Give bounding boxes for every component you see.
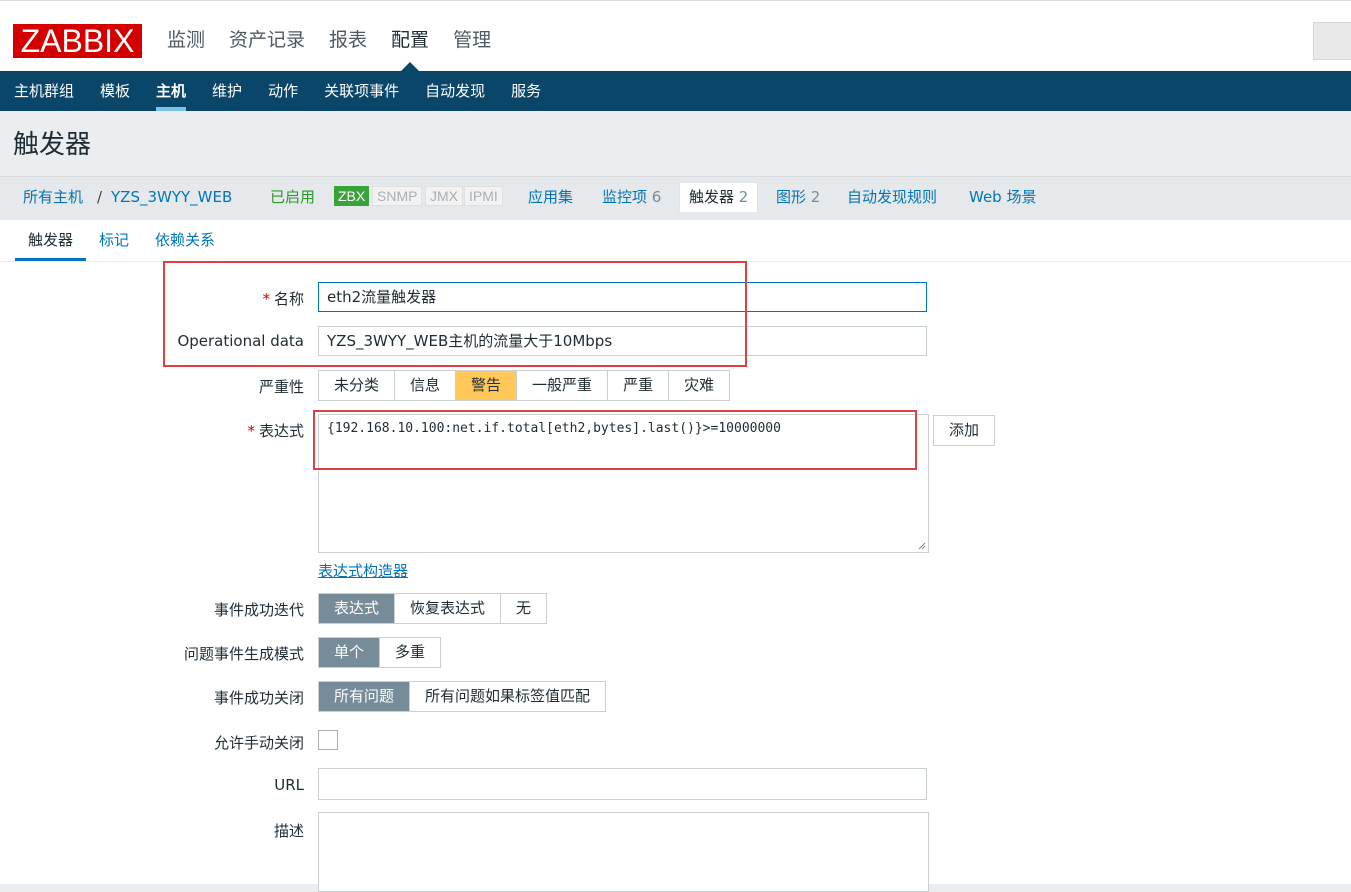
availability-ipmi-badge: IPMI <box>464 186 503 206</box>
form-tabs: 触发器 标记 依赖关系 <box>15 220 228 261</box>
breadcrumb: 所有主机 / YZS_3WYY_WEB 已启用 ZBX SNMP JMX IPM… <box>0 176 1351 220</box>
page-title: 触发器 <box>13 130 92 160</box>
resize-grip-icon[interactable] <box>918 542 926 550</box>
breadcrumb-discovery-rules[interactable]: 自动发现规则 <box>847 177 937 217</box>
expression-builder-link[interactable]: 表达式构造器 <box>318 560 408 581</box>
severity-label: 严重性 <box>258 378 304 396</box>
manual-close-checkbox[interactable] <box>318 730 338 750</box>
severity-information[interactable]: 信息 <box>395 371 457 400</box>
sub-menu-actions[interactable]: 动作 <box>255 71 311 111</box>
problem-mode-label: 问题事件生成模式 <box>183 645 304 663</box>
ok-event-expression[interactable]: 表达式 <box>319 594 396 623</box>
breadcrumb-items[interactable]: 监控项 6 <box>602 177 661 217</box>
ok-close-label: 事件成功关闭 <box>213 689 304 707</box>
availability-zbx-badge: ZBX <box>334 186 370 206</box>
main-menu-administration[interactable]: 管理 <box>441 1 503 72</box>
breadcrumb-graphs[interactable]: 图形 2 <box>776 177 820 217</box>
problem-mode-selector: 单个 多重 <box>318 637 442 668</box>
required-marker: * <box>247 422 255 440</box>
main-menu: 监测 资产记录 报表 配置 管理 <box>155 1 503 72</box>
sub-menu-services[interactable]: 服务 <box>498 71 554 111</box>
tab-tags[interactable]: 标记 <box>86 220 142 261</box>
breadcrumb-applications[interactable]: 应用集 <box>528 177 573 217</box>
breadcrumb-web-scenarios[interactable]: Web 场景 <box>969 177 1036 217</box>
breadcrumb-separator: / <box>97 188 103 206</box>
add-expression-button[interactable]: 添加 <box>933 415 996 446</box>
graphs-count: 2 <box>810 188 821 206</box>
ok-close-all-problems[interactable]: 所有问题 <box>319 682 411 711</box>
manual-close-label: 允许手动关闭 <box>213 734 304 752</box>
ok-event-recovery-expression[interactable]: 恢复表达式 <box>395 594 502 623</box>
top-bar: ZABBIX 监测 资产记录 报表 配置 管理 <box>0 0 1351 72</box>
main-menu-configuration[interactable]: 配置 <box>379 1 441 72</box>
ok-event-generation-selector: 表达式 恢复表达式 无 <box>318 593 548 624</box>
problem-mode-multiple[interactable]: 多重 <box>380 638 441 667</box>
items-count: 6 <box>651 188 662 206</box>
breadcrumb-triggers[interactable]: 触发器 2 <box>679 182 759 212</box>
ok-close-tag-match[interactable]: 所有问题如果标签值匹配 <box>410 682 606 711</box>
ok-close-selector: 所有问题 所有问题如果标签值匹配 <box>318 681 607 712</box>
main-menu-inventory[interactable]: 资产记录 <box>217 1 317 72</box>
problem-mode-single[interactable]: 单个 <box>319 638 381 667</box>
severity-disaster[interactable]: 灾难 <box>669 371 730 400</box>
opdata-label: Operational data <box>177 332 304 350</box>
severity-high[interactable]: 严重 <box>608 371 670 400</box>
breadcrumb-all-hosts[interactable]: 所有主机 <box>23 177 83 217</box>
ok-event-none[interactable]: 无 <box>501 594 547 623</box>
graphs-link-label[interactable]: 图形 <box>776 188 806 206</box>
sub-menu-maintenance[interactable]: 维护 <box>199 71 255 111</box>
opdata-input[interactable]: YZS_3WYY_WEB主机的流量大于10Mbps <box>318 326 927 356</box>
main-menu-reports[interactable]: 报表 <box>317 1 379 72</box>
tab-trigger[interactable]: 触发器 <box>15 220 87 261</box>
breadcrumb-host[interactable]: YZS_3WYY_WEB <box>111 177 232 217</box>
expression-label: * 表达式 <box>247 420 304 441</box>
description-textarea[interactable] <box>318 812 929 892</box>
triggers-count: 2 <box>738 188 749 206</box>
trigger-form: 触发器 标记 依赖关系 * 名称 eth2流量触发器 Operational da… <box>0 220 1351 892</box>
sub-menu-correlation[interactable]: 关联项事件 <box>311 71 412 111</box>
tabs-divider <box>0 261 1351 262</box>
sub-menu: 主机群组 模板 主机 维护 动作 关联项事件 自动发现 服务 <box>0 71 1351 111</box>
sub-menu-host-groups[interactable]: 主机群组 <box>0 71 87 111</box>
severity-not-classified[interactable]: 未分类 <box>319 371 396 400</box>
triggers-label: 触发器 <box>689 188 735 206</box>
items-link-label[interactable]: 监控项 <box>602 188 647 206</box>
zabbix-logo[interactable]: ZABBIX <box>13 24 142 58</box>
severity-warning[interactable]: 警告 <box>456 371 518 400</box>
tab-dependencies[interactable]: 依赖关系 <box>142 220 228 261</box>
sub-menu-templates[interactable]: 模板 <box>87 71 143 111</box>
name-label: * 名称 <box>262 288 304 309</box>
severity-average[interactable]: 一般严重 <box>517 371 609 400</box>
expression-label-text: 表达式 <box>258 422 304 440</box>
availability-jmx-badge: JMX <box>425 186 463 206</box>
ok-event-generation-label: 事件成功迭代 <box>213 601 304 619</box>
main-menu-monitoring[interactable]: 监测 <box>155 1 217 72</box>
expression-text: {192.168.10.100:net.if.total[eth2,bytes]… <box>327 421 781 436</box>
search-box-stub[interactable] <box>1313 22 1351 60</box>
availability-snmp-badge: SNMP <box>372 186 423 206</box>
name-label-text: 名称 <box>273 290 304 308</box>
description-label: 描述 <box>273 822 304 840</box>
sub-menu-discovery[interactable]: 自动发现 <box>412 71 498 111</box>
severity-selector: 未分类 信息 警告 一般严重 严重 灾难 <box>318 370 731 401</box>
required-marker: * <box>262 290 270 308</box>
sub-menu-hosts[interactable]: 主机 <box>143 71 199 111</box>
name-input[interactable]: eth2流量触发器 <box>318 282 927 312</box>
url-label: URL <box>274 776 304 794</box>
url-input[interactable] <box>318 768 927 800</box>
expression-textarea[interactable]: {192.168.10.100:net.if.total[eth2,bytes]… <box>318 414 929 553</box>
host-status-enabled[interactable]: 已启用 <box>270 177 315 217</box>
